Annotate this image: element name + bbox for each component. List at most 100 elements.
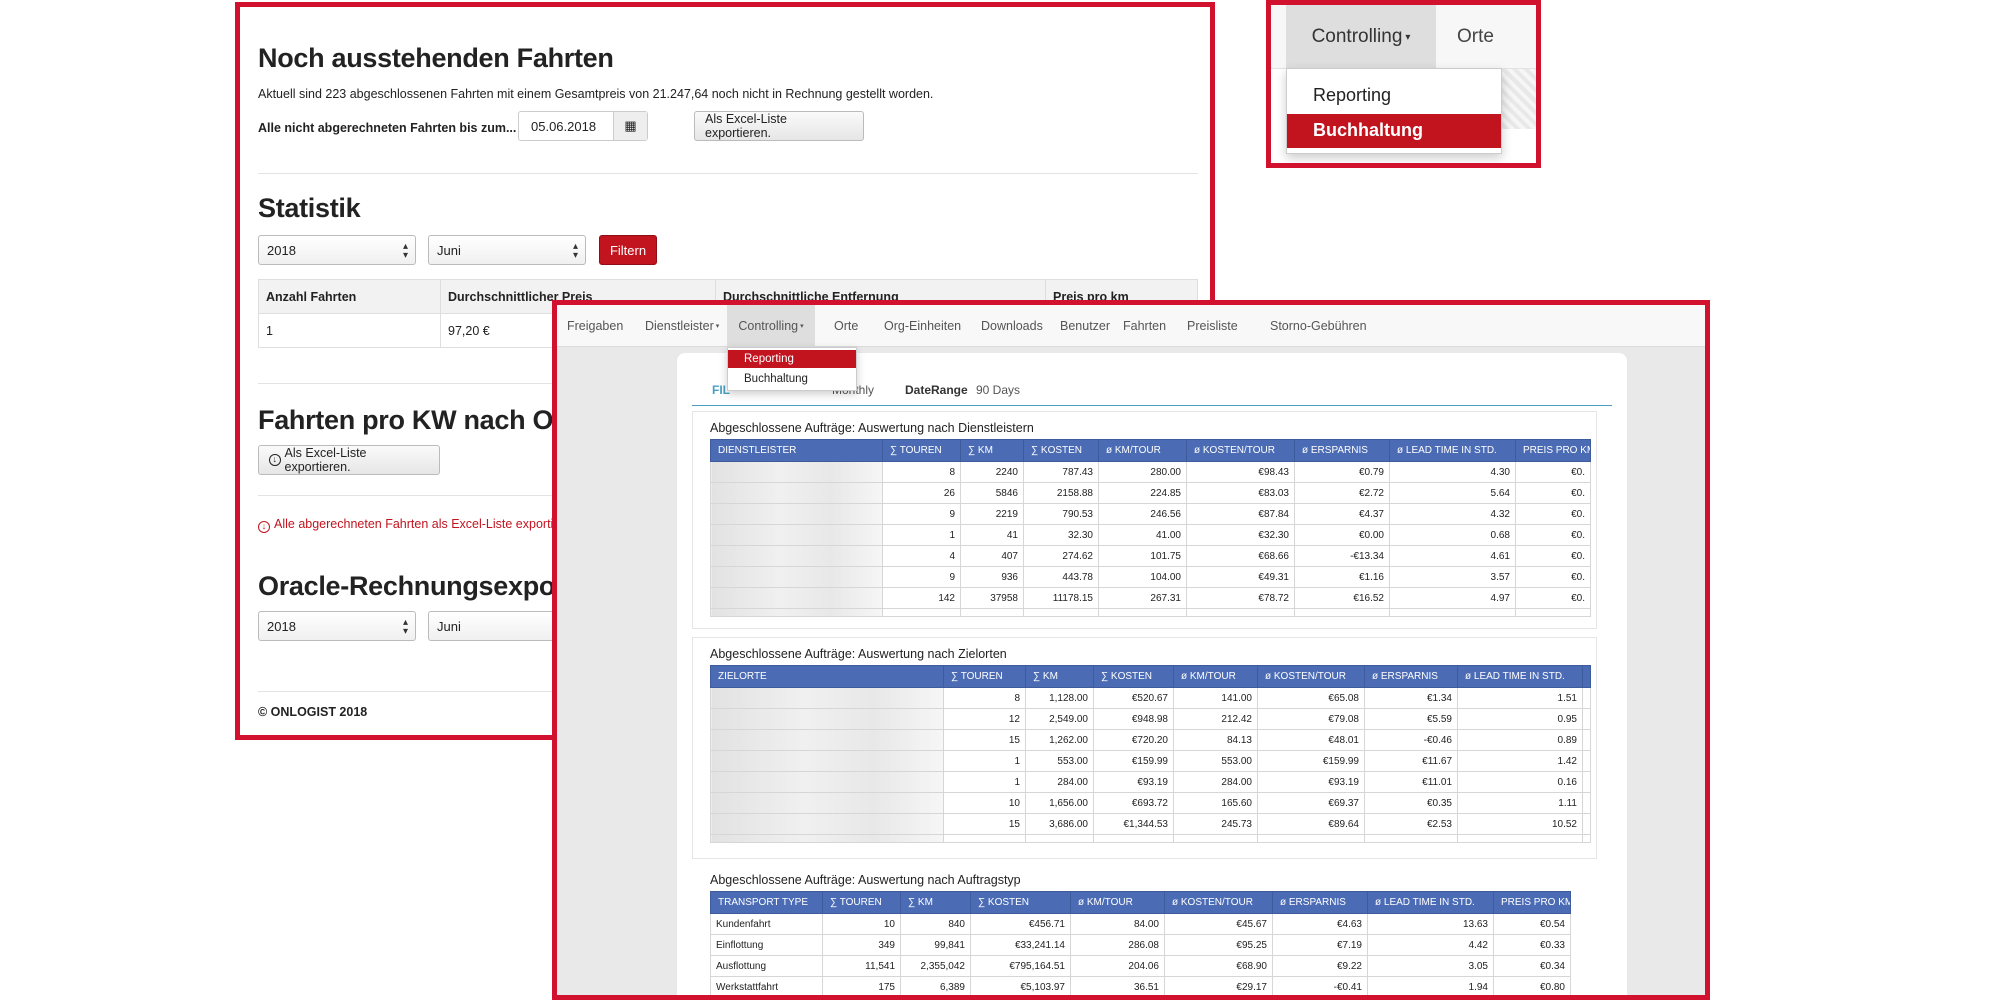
table-cell: 0.89 (1457, 729, 1583, 751)
table-cell (1023, 608, 1099, 617)
year-select[interactable]: 2018 ▴ ▾ (258, 235, 416, 265)
table-cell: 212.42 (1173, 708, 1258, 730)
table-cell: 936 (960, 566, 1024, 588)
column-header[interactable]: ZIELORTE (710, 665, 944, 688)
column-header[interactable]: PREIS PRO KM (1493, 891, 1571, 914)
column-header[interactable]: ø ERSPARNIS (1364, 665, 1458, 688)
table-cell: 10 (943, 792, 1026, 814)
column-header[interactable]: ∑ KM (900, 891, 971, 914)
row-label-cell: Werkstattfahrt (710, 976, 823, 995)
nav-org-einheiten[interactable]: Org-Einheiten (884, 305, 961, 347)
table-cell: €2.72 (1294, 482, 1390, 504)
column-header[interactable]: ø KOSTEN/TOUR (1257, 665, 1365, 688)
row-label-cell (710, 587, 883, 609)
column-header[interactable]: PREIS PRO KM (1515, 439, 1591, 462)
table-cell (960, 608, 1024, 617)
table-cell (710, 834, 944, 843)
column-header[interactable]: ∑ TOUREN (943, 665, 1026, 688)
nav-orte[interactable]: Orte (834, 305, 858, 347)
table-cell: €720.20 (1093, 729, 1174, 751)
row-label-cell (710, 482, 883, 504)
column-header[interactable]: DIENSTLEISTER (710, 439, 883, 462)
oracle-year-select[interactable]: 2018 ▴ ▾ (258, 611, 416, 641)
table-cell: 2158.88 (1023, 482, 1099, 504)
export-excel-button[interactable]: Als Excel-Liste exportieren. (694, 111, 864, 141)
nav-next-item[interactable]: ( (1536, 25, 1541, 47)
date-input[interactable]: 05.06.2018 (519, 112, 613, 140)
table-row: 26 5846 2158.88 224.85 €83.03 €2.72 5.64 €0. (710, 482, 1591, 504)
column-header[interactable]: ∑ KOSTEN (1093, 665, 1174, 688)
table-cell: €520.67 (1093, 687, 1174, 709)
column-header[interactable]: ∑ KOSTEN (970, 891, 1071, 914)
column-header[interactable]: ø ERSPARNIS (1294, 439, 1390, 462)
table-cell (1582, 708, 1591, 730)
column-header[interactable]: P (1582, 665, 1591, 688)
calendar-icon[interactable]: ▦ (613, 112, 647, 140)
nav-downloads[interactable]: Downloads (981, 305, 1043, 347)
table-cell: 246.56 (1098, 503, 1187, 525)
date-picker[interactable]: 05.06.2018 ▦ (518, 111, 648, 141)
export-all-link[interactable]: ↓ Alle abgerechneten Fahrten als Excel-Li… (258, 517, 578, 533)
table-cell: 1 (943, 771, 1026, 793)
nav-orte[interactable]: Orte (1457, 5, 1494, 69)
table-cell: 3.57 (1389, 566, 1516, 588)
kw-export-button[interactable]: ↓ Als Excel-Liste exportieren. (258, 445, 440, 475)
daterange-value[interactable]: 90 Days (976, 383, 1020, 397)
table-cell: 4.97 (1389, 587, 1516, 609)
table-cell: €68.90 (1164, 955, 1273, 977)
column-header[interactable]: ∑ KM (1025, 665, 1094, 688)
table-cell: -€0.46 (1364, 729, 1458, 751)
table-cell: 11,541 (822, 955, 901, 977)
table-cell: 443.78 (1023, 566, 1099, 588)
nav-benutzer[interactable]: Benutzer (1060, 305, 1110, 347)
table-cell: €79.08 (1257, 708, 1365, 730)
nav-controlling[interactable]: Controlling ▾ (727, 305, 815, 347)
table-cell: 1,262.00 (1025, 729, 1094, 751)
dropdown-item-reporting[interactable]: Reporting (728, 350, 856, 368)
caret-down-icon: ▾ (715, 323, 720, 330)
table-cell: 1.51 (1457, 687, 1583, 709)
table-row-partial (710, 834, 1591, 843)
table-cell: 41.00 (1098, 524, 1187, 546)
nav-fahrten[interactable]: Fahrten (1123, 305, 1166, 347)
column-header[interactable]: ∑ TOUREN (882, 439, 961, 462)
caret-down-icon: ▾ (1405, 31, 1411, 43)
table-cell: 790.53 (1023, 503, 1099, 525)
column-header[interactable]: ø KOSTEN/TOUR (1164, 891, 1273, 914)
column-header[interactable]: ø LEAD TIME IN STD. (1457, 665, 1583, 688)
table-cell: 787.43 (1023, 461, 1099, 483)
column-header[interactable]: ø ERSPARNIS (1272, 891, 1368, 914)
dropdown-item-buchhaltung[interactable]: Buchhaltung (728, 370, 856, 388)
table-cell: 1 (943, 750, 1026, 772)
column-header[interactable]: ∑ KOSTEN (1023, 439, 1099, 462)
column-header[interactable]: ø KM/TOUR (1070, 891, 1165, 914)
table-cell: €32.30 (1186, 524, 1295, 546)
nav-storno-gebuehren[interactable]: Storno-Gebühren (1270, 305, 1367, 347)
nav-freigaben[interactable]: Freigaben (567, 305, 623, 347)
column-header[interactable]: ø KM/TOUR (1098, 439, 1187, 462)
nav-dienstleister[interactable]: Dienstleister ▾ (645, 305, 719, 347)
filter-button[interactable]: Filtern (599, 235, 657, 265)
table-row: 142 37958 11178.15 267.31 €78.72 €16.52 4.97 €0… (710, 587, 1591, 609)
column-header[interactable]: ∑ KM (960, 439, 1024, 462)
table-cell (1098, 608, 1187, 617)
table-cell: 3,686.00 (1025, 813, 1094, 835)
menu-item-reporting[interactable]: Reporting (1287, 79, 1501, 113)
menu-item-buchhaltung[interactable]: Buchhaltung (1287, 114, 1501, 148)
table-cell: €7.19 (1272, 934, 1368, 956)
column-header[interactable]: ø KOSTEN/TOUR (1186, 439, 1295, 462)
column-header[interactable]: ø LEAD TIME IN STD. (1389, 439, 1516, 462)
table-cell: €11.67 (1364, 750, 1458, 772)
column-header[interactable]: ø LEAD TIME IN STD. (1367, 891, 1494, 914)
month-select[interactable]: Juni ▴ ▾ (428, 235, 586, 265)
column-header[interactable]: TRANSPORT TYPE (710, 891, 823, 914)
controlling-dropdown: Reporting Buchhaltung (727, 347, 857, 391)
table-cell: €0. (1515, 461, 1591, 483)
table-cell: 8 (882, 461, 961, 483)
nav-controlling[interactable]: Controlling ▾ (1286, 5, 1436, 69)
column-header[interactable]: ø KM/TOUR (1173, 665, 1258, 688)
column-header[interactable]: ∑ TOUREN (822, 891, 901, 914)
row-label-cell (710, 813, 944, 835)
table-cell: €4.63 (1272, 913, 1368, 935)
nav-preisliste[interactable]: Preisliste (1187, 305, 1238, 347)
